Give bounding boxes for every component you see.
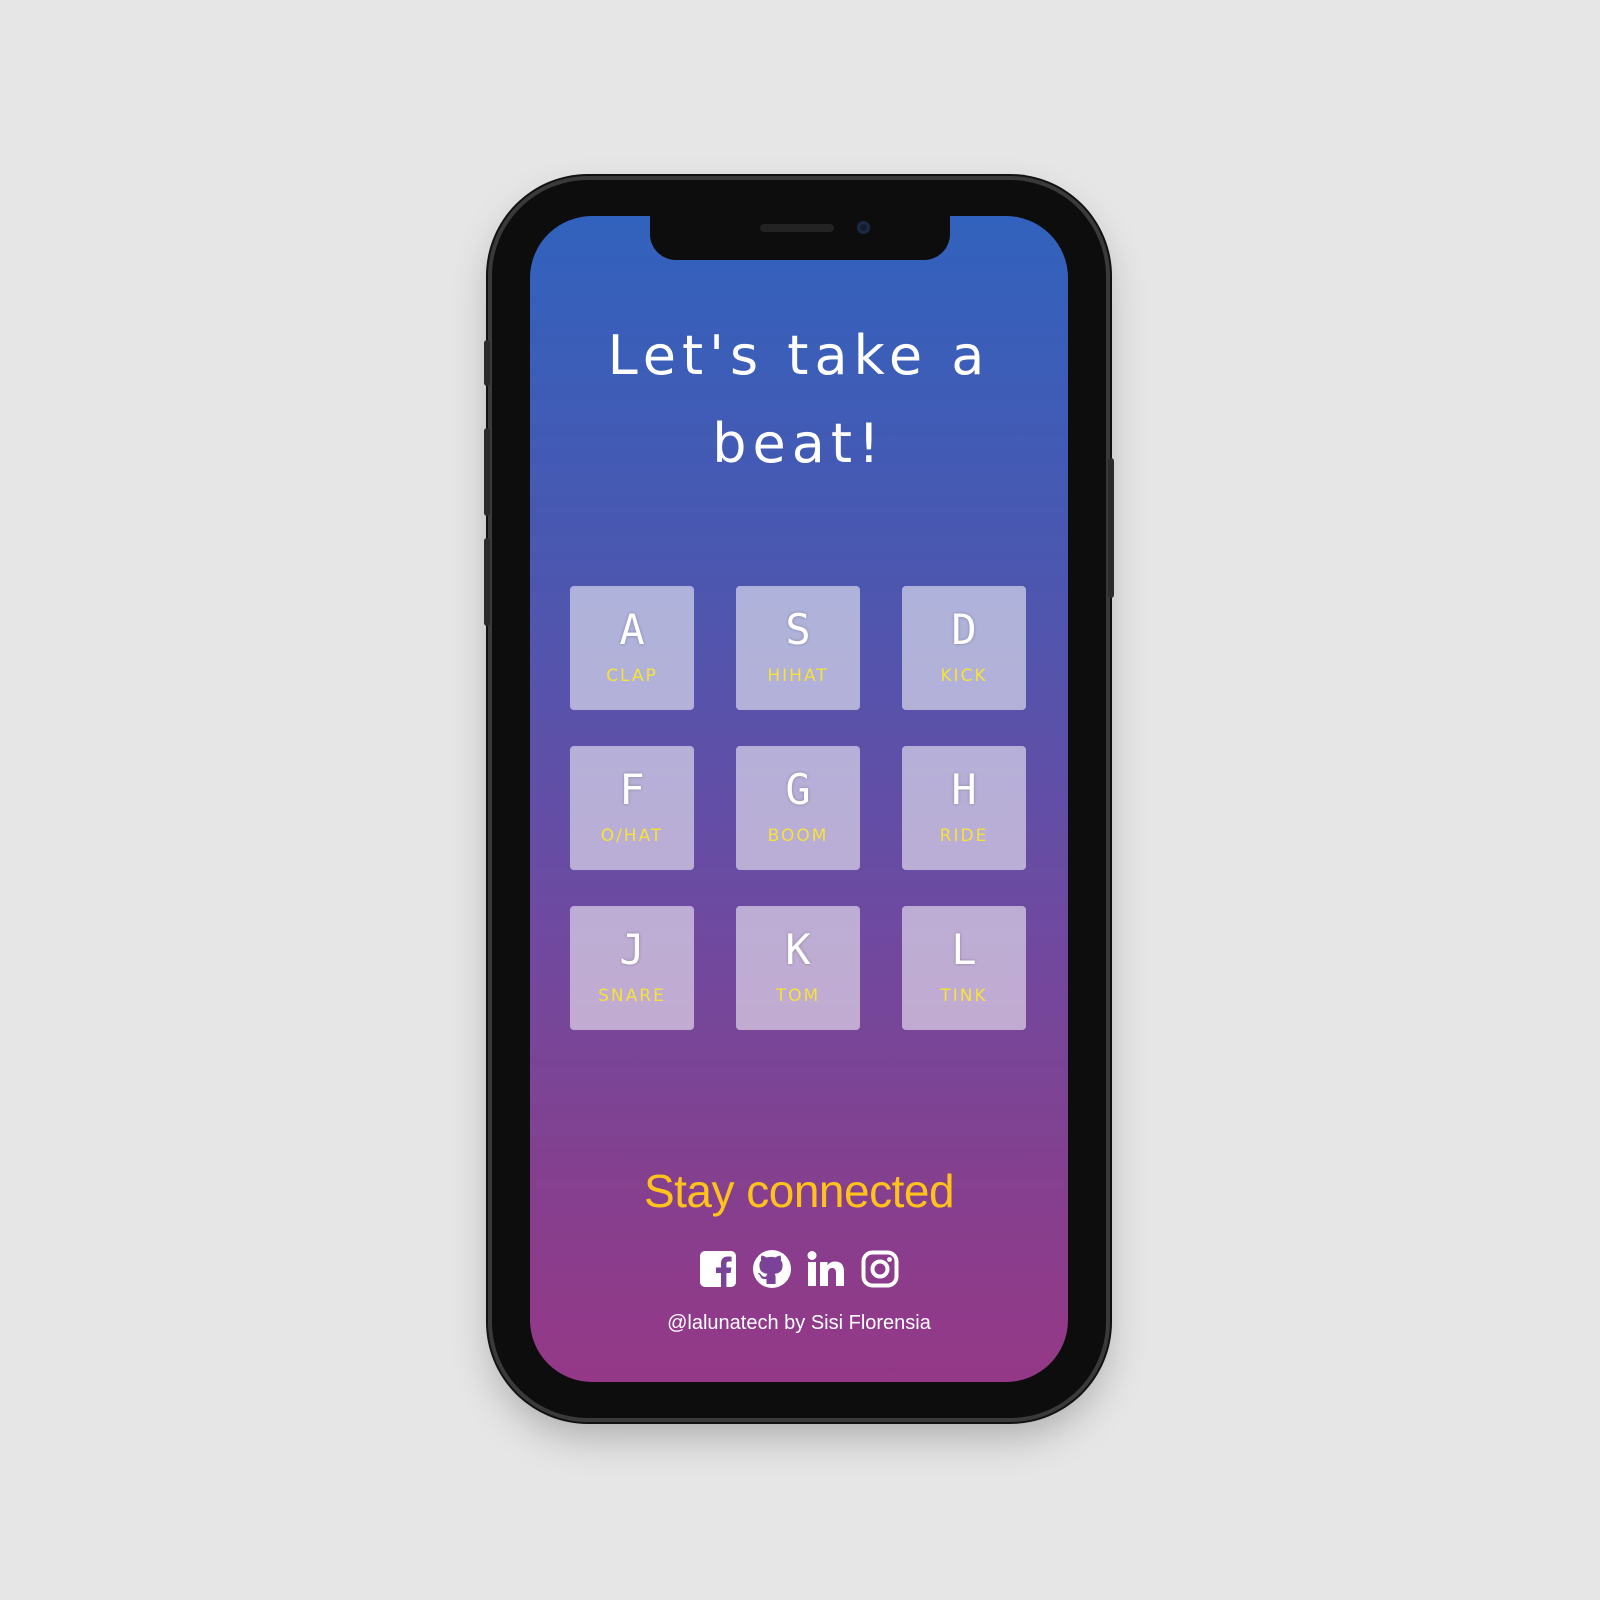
credit-text: @lalunatech by Sisi Florensia [667, 1312, 931, 1334]
facebook-icon[interactable] [697, 1248, 739, 1290]
key-letter: K [785, 925, 811, 974]
drum-key-a[interactable]: A CLAP [570, 586, 694, 710]
key-letter: H [951, 765, 977, 814]
key-sound-label: KICK [940, 666, 988, 686]
drum-key-d[interactable]: D KICK [902, 586, 1026, 710]
github-icon[interactable] [751, 1248, 793, 1290]
key-letter: S [785, 605, 811, 654]
drum-key-l[interactable]: L TINK [902, 906, 1026, 1030]
volume-down-button [484, 538, 490, 626]
stay-connected-heading: Stay connected [643, 1165, 955, 1217]
notch [650, 216, 950, 260]
drum-key-k[interactable]: K TOM [736, 906, 860, 1030]
drum-key-j[interactable]: J SNARE [570, 906, 694, 1030]
key-letter: L [951, 925, 977, 974]
key-letter: F [619, 765, 645, 814]
key-sound-label: TOM [775, 986, 821, 1006]
key-sound-label: HIHAT [767, 666, 829, 686]
linkedin-icon[interactable] [805, 1248, 847, 1290]
instagram-icon[interactable] [859, 1248, 901, 1290]
speaker-grille [760, 224, 834, 232]
key-letter: G [785, 765, 811, 814]
phone-screen: Let's take a beat! A CLAP S HIHAT D KICK… [530, 216, 1068, 1382]
page-title: Let's take a beat! [607, 324, 991, 475]
key-letter: D [951, 605, 977, 654]
volume-up-button [484, 428, 490, 516]
key-sound-label: O/HAT [600, 826, 664, 846]
drum-key-h[interactable]: H RIDE [902, 746, 1026, 870]
social-links [530, 1248, 1068, 1290]
front-camera [857, 221, 870, 234]
power-button [1108, 458, 1114, 598]
silent-switch [484, 340, 490, 386]
key-letter: J [619, 925, 645, 974]
phone-frame: Let's take a beat! A CLAP S HIHAT D KICK… [484, 180, 1114, 1418]
drum-key-f[interactable]: F O/HAT [570, 746, 694, 870]
key-sound-label: BOOM [767, 826, 829, 846]
drum-key-g[interactable]: G BOOM [736, 746, 860, 870]
key-sound-label: TINK [940, 986, 988, 1006]
key-letter: A [619, 605, 645, 654]
drum-key-s[interactable]: S HIHAT [736, 586, 860, 710]
key-sound-label: SNARE [598, 986, 666, 1006]
key-sound-label: RIDE [939, 826, 989, 846]
key-sound-label: CLAP [606, 666, 658, 686]
drum-keys-grid: A CLAP S HIHAT D KICK F O/HAT G BOOM H R… [570, 586, 1028, 1030]
